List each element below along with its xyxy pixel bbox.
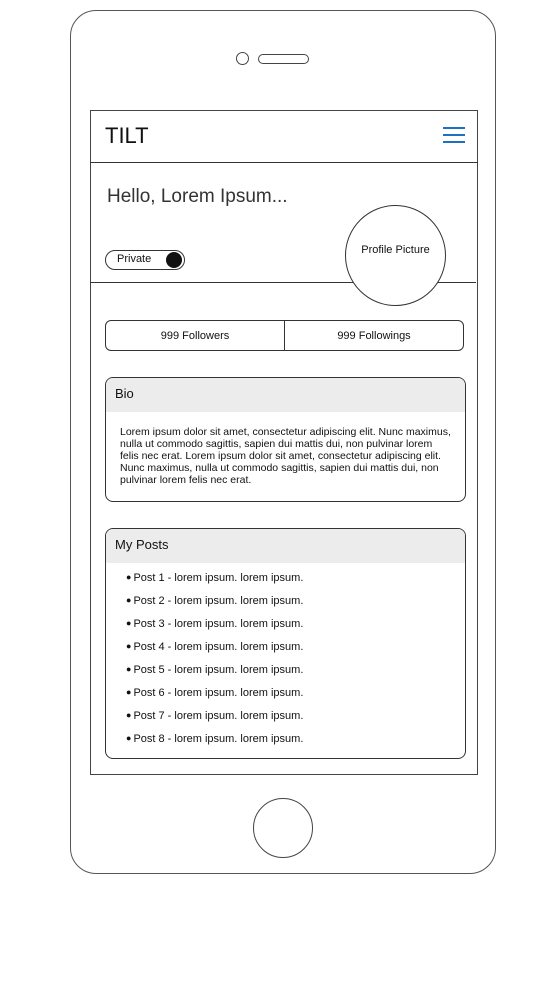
post-item[interactable]: Post 4 - lorem ipsum. lorem ipsum.	[126, 641, 465, 664]
private-label: Private	[117, 253, 152, 265]
post-item[interactable]: Post 1 - lorem ipsum. lorem ipsum.	[126, 572, 465, 595]
toggle-knob	[166, 252, 182, 268]
profile-picture[interactable]: Profile Picture	[345, 205, 446, 306]
app-title: TILT	[105, 123, 149, 148]
camera-icon	[236, 52, 249, 65]
bio-title: Bio	[106, 378, 465, 412]
bio-panel: Bio Lorem ipsum dolor sit amet, consecte…	[105, 377, 466, 502]
profile-picture-label: Profile Picture	[361, 243, 430, 256]
posts-panel: My Posts Post 1 - lorem ipsum. lorem ips…	[105, 528, 466, 759]
post-item[interactable]: Post 8 - lorem ipsum. lorem ipsum.	[126, 733, 465, 756]
post-item[interactable]: Post 2 - lorem ipsum. lorem ipsum.	[126, 595, 465, 618]
greeting-text: Hello, Lorem Ipsum...	[107, 186, 288, 207]
post-item[interactable]: Post 7 - lorem ipsum. lorem ipsum.	[126, 710, 465, 733]
home-button[interactable]	[253, 798, 313, 858]
post-list: Post 1 - lorem ipsum. lorem ipsum. Post …	[106, 563, 465, 756]
post-item[interactable]: Post 5 - lorem ipsum. lorem ipsum.	[126, 664, 465, 687]
posts-title: My Posts	[106, 529, 465, 563]
app-bar: TILT	[90, 110, 478, 163]
private-toggle[interactable]: Private	[105, 250, 185, 270]
post-item[interactable]: Post 3 - lorem ipsum. lorem ipsum.	[126, 618, 465, 641]
bio-text: Lorem ipsum dolor sit amet, consectetur …	[120, 426, 451, 486]
followings-count[interactable]: 999 Followings	[284, 321, 463, 350]
post-item[interactable]: Post 6 - lorem ipsum. lorem ipsum.	[126, 687, 465, 710]
speaker-icon	[258, 54, 309, 64]
stats-bar: 999 Followers 999 Followings	[105, 320, 464, 351]
followers-count[interactable]: 999 Followers	[106, 321, 284, 350]
hamburger-menu-icon[interactable]	[443, 127, 465, 143]
